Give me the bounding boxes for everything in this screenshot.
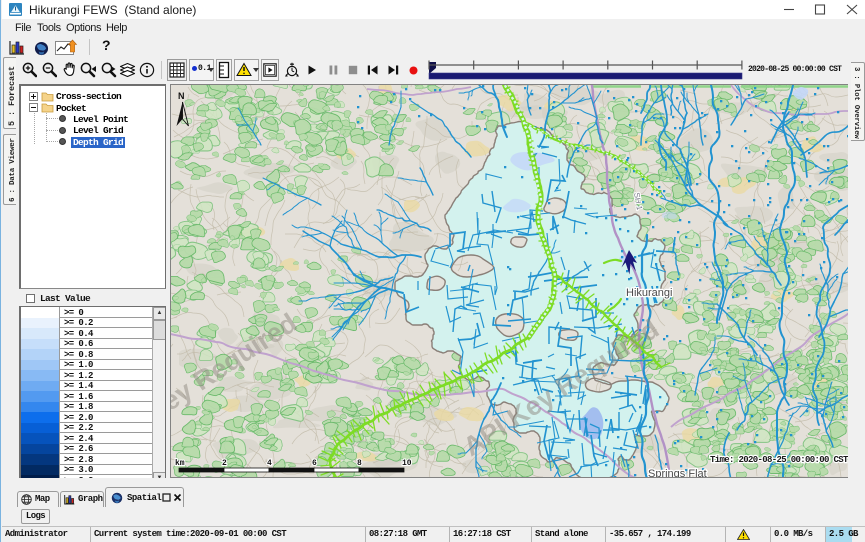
svg-text:km: km xyxy=(175,459,185,468)
svg-text:3 : Plot Overview: 3 : Plot Overview xyxy=(852,67,860,139)
svg-text:4: 4 xyxy=(267,459,272,468)
svg-text:6: 6 xyxy=(312,459,317,468)
svg-text:10: 10 xyxy=(402,459,412,468)
svg-text:6 : Data Viewer: 6 : Data Viewer xyxy=(9,138,17,202)
svg-text:2: 2 xyxy=(222,459,227,468)
svg-text:N: N xyxy=(178,91,185,101)
svg-text:Hikurangi: Hikurangi xyxy=(626,287,672,299)
svg-text:2020-08-25 00:00:00 CST: 2020-08-25 00:00:00 CST xyxy=(748,65,842,74)
svg-text:Time: 2020-08-25 00:00:00 CST: Time: 2020-08-25 00:00:00 CST xyxy=(710,455,848,465)
svg-text:5 : Forecast: 5 : Forecast xyxy=(7,66,17,126)
svg-text:8: 8 xyxy=(357,459,362,468)
svg-text:Springs Flat: Springs Flat xyxy=(648,468,707,478)
